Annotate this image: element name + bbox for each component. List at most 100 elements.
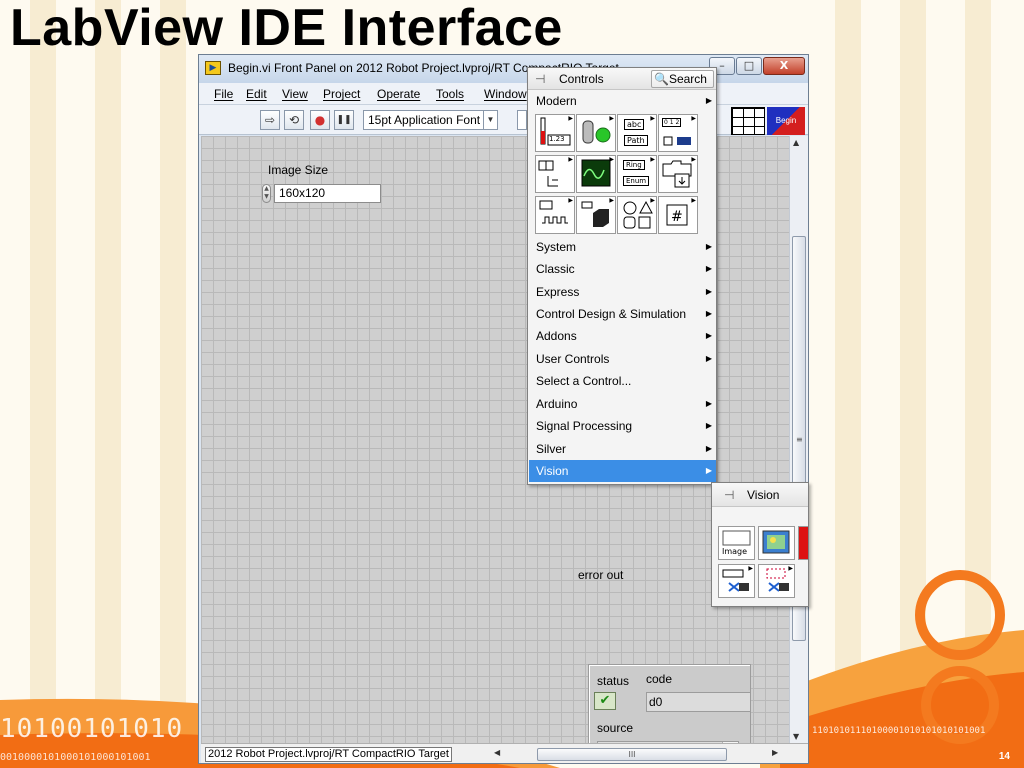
menu-window[interactable]: Window — [484, 87, 527, 101]
submenu-arrow-icon: ▶ — [650, 115, 655, 122]
palette-arduino[interactable]: Arduino ▶ — [529, 393, 716, 415]
binary-decoration-small: 0010000101000101000101001 — [0, 752, 151, 763]
pin-icon[interactable]: ⊣ — [535, 72, 545, 86]
connector-pane-icon — [731, 107, 765, 135]
palette-silver[interactable]: Silver ▶ — [529, 438, 716, 460]
boolean-icon[interactable]: ▶ — [576, 114, 616, 152]
menu-view[interactable]: View — [282, 87, 308, 101]
ring-icon-label: Ring — [623, 160, 645, 170]
vision-palette: ⊣ Vision Image ▶ ▶ — [711, 482, 809, 607]
decorations-icon[interactable]: ▶ — [617, 196, 657, 234]
menu-operate[interactable]: Operate — [377, 87, 420, 101]
search-label: Search — [668, 72, 707, 86]
menu-tools[interactable]: Tools — [436, 87, 464, 101]
refnum-icon[interactable]: # ▶ — [658, 196, 698, 234]
modern-icon-grid: 1.23 ▶ ▶ abc Path ▶ 0 1 2 ▶ ▶ ▶ Ring Enu… — [535, 114, 699, 236]
variant-class-icon[interactable]: ▶ — [576, 196, 616, 234]
submenu-arrow-icon: ▶ — [705, 421, 712, 430]
palette-control-design[interactable]: Control Design & Simulation ▶ — [529, 303, 716, 325]
image-icon-label: Image — [722, 547, 748, 556]
palette-signal-processing[interactable]: Signal Processing ▶ — [529, 415, 716, 437]
close-button[interactable]: X — [763, 57, 805, 75]
status-indicator: ✔ — [594, 692, 616, 710]
palette-modern[interactable]: Modern ▶ — [529, 90, 716, 112]
array-icon-label: 0 1 2 — [662, 118, 682, 127]
submenu-arrow-icon: ▶ — [705, 309, 712, 318]
submenu-arrow-icon: ▶ — [568, 115, 573, 122]
graph-icon[interactable]: ▶ — [576, 155, 616, 193]
submenu-arrow-icon: ▶ — [705, 242, 712, 251]
submenu-arrow-icon: ▶ — [650, 156, 655, 163]
menu-project[interactable]: Project — [323, 87, 360, 101]
containers-icon[interactable]: ▶ — [658, 155, 698, 193]
submenu-arrow-icon: ▶ — [748, 565, 753, 572]
numeric-icon-label: 1.23 — [549, 135, 565, 143]
vertical-scrollbar[interactable]: ▲ ≡ ▼ — [789, 136, 808, 743]
menu-edit[interactable]: Edit — [246, 87, 267, 101]
page-number: 14 — [998, 751, 1010, 762]
align-button[interactable] — [517, 110, 527, 130]
pin-icon[interactable]: ⊣ — [724, 488, 734, 502]
grip-icon: ≡ — [796, 435, 803, 444]
palette-system[interactable]: System ▶ — [529, 236, 716, 258]
menu-file[interactable]: File — [214, 87, 233, 101]
image-size-label: Image Size — [268, 163, 329, 177]
submenu-arrow-icon: ▶ — [788, 565, 793, 572]
image-picture-icon[interactable] — [758, 526, 795, 560]
scroll-right-icon[interactable]: ▶ — [772, 748, 778, 757]
source-label: source — [597, 721, 634, 735]
scroll-up-icon[interactable]: ▲ — [793, 138, 799, 147]
vision-extra-icon[interactable] — [798, 526, 808, 560]
enum-icon-label: Enum — [623, 176, 650, 186]
palette-vision[interactable]: Vision ▶ — [529, 460, 716, 482]
imaq-roi-icon[interactable]: ▶ — [758, 564, 795, 598]
search-button[interactable]: 🔍Search — [651, 70, 714, 88]
submenu-arrow-icon: ▶ — [705, 444, 712, 453]
horizontal-scroll-thumb[interactable]: III — [537, 748, 727, 761]
image-display-icon[interactable]: Image — [718, 526, 755, 560]
string-path-icon[interactable]: abc Path ▶ — [617, 114, 657, 152]
run-continuously-button[interactable]: ⟲ — [284, 110, 304, 130]
font-select[interactable]: 15pt Application Font ▼ — [363, 110, 498, 130]
project-path[interactable]: 2012 Robot Project.lvproj/RT CompactRIO … — [205, 747, 452, 762]
code-label: code — [646, 672, 673, 686]
imaq-camera-icon[interactable]: ▶ — [718, 564, 755, 598]
maximize-button[interactable]: □ — [736, 57, 762, 75]
image-size-input[interactable]: 160x120 — [274, 184, 381, 203]
submenu-arrow-icon: ▶ — [705, 354, 712, 363]
vi-window-icon: ▶ — [205, 61, 221, 75]
submenu-arrow-icon: ▶ — [705, 399, 712, 408]
ring-enum-icon[interactable]: Ring Enum ▶ — [617, 155, 657, 193]
run-button[interactable]: ⇨ — [260, 110, 280, 130]
controls-palette: ⊣ Controls 🔍Search Modern ▶ 1.23 ▶ ▶ abc… — [527, 67, 717, 485]
list-table-tree-icon[interactable]: ▶ — [535, 155, 575, 193]
submenu-arrow-icon: ▶ — [705, 264, 712, 273]
svg-text:#: # — [671, 209, 683, 225]
numeric-icon[interactable]: 1.23 ▶ — [535, 114, 575, 152]
image-size-increment[interactable]: ▲ ▼ — [262, 184, 271, 203]
pause-button[interactable]: ❚❚ — [334, 110, 354, 130]
palette-express[interactable]: Express ▶ — [529, 281, 716, 303]
scroll-left-icon[interactable]: ◀ — [494, 748, 500, 757]
array-matrix-icon[interactable]: 0 1 2 ▶ — [658, 114, 698, 152]
status-label: status — [597, 674, 630, 688]
error-out-label: error out — [578, 568, 624, 582]
front-panel-window: ▶ Begin.vi Front Panel on 2012 Robot Pro… — [198, 54, 809, 764]
palette-select-control[interactable]: Select a Control... — [529, 370, 716, 392]
vi-begin-icon: Begin — [767, 107, 805, 135]
submenu-arrow-icon: ▶ — [705, 96, 712, 105]
palette-user-controls[interactable]: User Controls ▶ — [529, 348, 716, 370]
submenu-arrow-icon: ▶ — [691, 156, 696, 163]
submenu-arrow-icon: ▶ — [691, 115, 696, 122]
slide-title: LabView IDE Interface — [10, 0, 563, 57]
vi-icon[interactable]: Begin — [731, 107, 805, 135]
io-icon[interactable]: ▶ — [535, 196, 575, 234]
status-bar: 2012 Robot Project.lvproj/RT CompactRIO … — [201, 743, 808, 763]
palette-classic[interactable]: Classic ▶ — [529, 258, 716, 280]
submenu-arrow-icon: ▶ — [705, 287, 712, 296]
font-select-value: 15pt Application Font — [368, 113, 481, 127]
abort-button[interactable]: ● — [310, 110, 330, 130]
palette-addons[interactable]: Addons ▶ — [529, 325, 716, 347]
scroll-down-icon[interactable]: ▼ — [793, 732, 799, 741]
code-indicator: d0 — [646, 692, 751, 712]
